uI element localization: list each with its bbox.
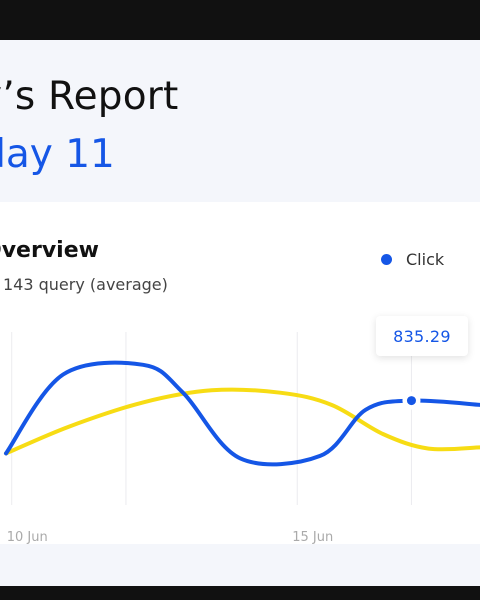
overview-card: Overview 143 query (average) Click 10 Ju… [0, 202, 480, 544]
bottom-frame-bar [0, 586, 480, 600]
report-header: day’s Report ursday 11 [0, 40, 480, 202]
report-screen: day’s Report ursday 11 Overview 143 quer… [0, 40, 480, 586]
overview-line-chart: 10 Jun 15 Jun [4, 332, 480, 544]
x-tick-label-0: 10 Jun [7, 530, 48, 544]
page-title: day’s Report [0, 74, 179, 119]
top-frame-bar [0, 0, 480, 40]
chart-x-ticks: 10 Jun 15 Jun [7, 530, 334, 544]
chart-series [4, 360, 480, 467]
highlight-point[interactable] [406, 396, 416, 406]
page-date: ursday 11 [0, 132, 115, 177]
chart-tooltip: 835.29 [376, 316, 468, 356]
chart-markers [402, 391, 421, 410]
series-line-0 [4, 360, 480, 467]
x-tick-label-1: 15 Jun [292, 530, 333, 544]
chart-grid [11, 332, 412, 505]
